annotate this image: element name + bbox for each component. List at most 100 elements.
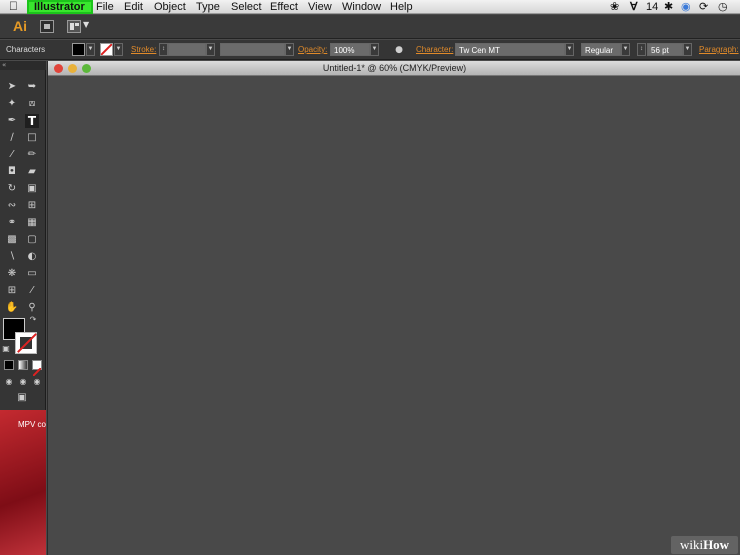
scale-icon[interactable]: ▣ [25, 182, 39, 196]
slice-icon[interactable]: ⁄ [25, 284, 39, 298]
shape-builder-icon[interactable]: ⚭ [5, 216, 19, 230]
stroke-dropdown-icon[interactable]: ▼ [114, 43, 123, 56]
font-size-stepper[interactable]: ↕ [637, 43, 646, 56]
eraser-icon[interactable]: ▰ [25, 165, 39, 179]
brush-definition-field[interactable] [220, 43, 285, 56]
stroke-color-box[interactable] [15, 332, 37, 354]
go-to-bridge-icon[interactable] [40, 20, 54, 33]
globe-icon[interactable]: ◉ [681, 0, 691, 14]
adobe-status-count[interactable]: 14 [646, 0, 658, 14]
free-transform-icon[interactable]: ⊞ [25, 199, 39, 213]
opacity-label[interactable]: Opacity: [298, 45, 327, 54]
bluetooth-icon[interactable]: ✱ [664, 0, 673, 14]
line-icon[interactable]: ∕ [5, 131, 19, 145]
draw-normal-icon[interactable]: ◉ [3, 376, 15, 388]
illustrator-logo: Ai [13, 18, 27, 34]
menu-edit[interactable]: Edit [124, 0, 143, 14]
default-colors-icon[interactable]: ▣ [1, 344, 11, 354]
arrange-documents-icon[interactable] [67, 20, 81, 33]
paintbrush-icon[interactable]: ⁄ [5, 148, 19, 162]
selection-icon[interactable]: ➤ [5, 80, 19, 94]
pen-icon[interactable]: ✒ [5, 114, 19, 128]
rotate-icon[interactable]: ↻ [5, 182, 19, 196]
watermark-part1: wiki [679, 537, 704, 552]
gradient-icon[interactable]: ▢ [25, 233, 39, 247]
canvas-area[interactable] [48, 77, 740, 555]
color-mode-icon[interactable] [4, 360, 14, 370]
time-machine-icon[interactable]: ◷ [718, 0, 728, 14]
fill-dropdown-icon[interactable]: ▼ [86, 43, 95, 56]
stroke-weight-stepper[interactable]: ↕ [159, 43, 168, 56]
butterfly-icon[interactable]: ❀ [610, 0, 619, 14]
magic-wand-icon[interactable]: ✦ [5, 97, 19, 111]
gradient-mode-icon[interactable] [18, 360, 28, 370]
adobe-icon[interactable]: ∀ [630, 0, 638, 14]
chevron-down-icon[interactable]: ▼ [83, 20, 89, 29]
sync-icon[interactable]: ⟳ [699, 0, 708, 14]
blend-icon[interactable]: ◐ [25, 250, 39, 264]
none-slash-icon [32, 367, 42, 377]
screen-mode-icon[interactable]: ▣ [14, 392, 30, 404]
stroke-weight-field[interactable] [168, 43, 206, 56]
menu-bar:  Illustrator File Edit Object Type Sele… [0, 0, 740, 14]
direct-selection-icon[interactable]: ➥ [25, 80, 39, 94]
character-label[interactable]: Character: [416, 45, 453, 54]
menu-help[interactable]: Help [390, 0, 413, 14]
no-stroke-icon [100, 43, 113, 56]
perspective-grid-icon[interactable]: ▦ [25, 216, 39, 230]
none-mode-icon[interactable] [32, 360, 42, 377]
document-window: Untitled-1* @ 60% (CMYK/Preview) [47, 61, 740, 555]
wikihow-watermark: wikiHow [671, 536, 738, 554]
menu-effect[interactable]: Effect [270, 0, 298, 14]
warp-icon[interactable]: ∾ [5, 199, 19, 213]
rectangle-icon[interactable]: □ [25, 131, 39, 145]
pencil-icon[interactable]: ✏ [25, 148, 39, 162]
desktop-file-label[interactable]: MPV co [18, 420, 46, 429]
control-panel: Characters ▼ ▼ Stroke: ↕ ▼ ▼ Opacity: 10… [0, 40, 740, 60]
app-menu-illustrator[interactable]: Illustrator [27, 0, 93, 14]
watermark-part2: How [703, 537, 730, 552]
eyedropper-icon[interactable]: ∖ [5, 250, 19, 264]
apple-menu-icon[interactable]:  [9, 0, 18, 13]
symbol-sprayer-icon[interactable]: ❋ [5, 267, 19, 281]
menu-file[interactable]: File [96, 0, 114, 14]
font-family-field[interactable]: Tw Cen MT [455, 43, 565, 56]
artboard-icon[interactable]: ⊞ [5, 284, 19, 298]
tools-panel: « ➤ ➥ ✦ ⟎ ✒ T ∕ □ ⁄ ✏ ◘ ▰ ↻ ▣ ∾ ⊞ ⚭ ▦ ▩ … [0, 61, 46, 410]
graph-icon[interactable]: ▭ [25, 267, 39, 281]
lasso-icon[interactable]: ⟎ [25, 97, 39, 111]
stroke-label[interactable]: Stroke: [131, 45, 156, 54]
font-size-dropdown-icon[interactable]: ▼ [683, 43, 692, 56]
application-bar: Ai ▼ [0, 15, 740, 39]
type-icon[interactable]: T [25, 114, 39, 128]
stroke-weight-dropdown-icon[interactable]: ▼ [206, 43, 215, 56]
menu-object[interactable]: Object [154, 0, 186, 14]
menu-type[interactable]: Type [196, 0, 220, 14]
stroke-swatch[interactable] [100, 43, 113, 56]
document-title: Untitled-1* @ 60% (CMYK/Preview) [322, 63, 467, 73]
menu-view[interactable]: View [308, 0, 332, 14]
mesh-icon[interactable]: ▩ [5, 233, 19, 247]
hand-icon[interactable]: ✋ [5, 301, 19, 315]
zoom-icon[interactable]: ⚲ [25, 301, 39, 315]
draw-behind-icon[interactable]: ◉ [17, 376, 29, 388]
blob-brush-icon[interactable]: ◘ [5, 165, 19, 179]
opacity-field[interactable]: 100% [330, 43, 370, 56]
document-titlebar[interactable]: Untitled-1* @ 60% (CMYK/Preview) [48, 61, 740, 76]
brush-dropdown-icon[interactable]: ▼ [285, 43, 294, 56]
panel-collapse-icon[interactable]: « [0, 61, 46, 70]
panel-label: Characters [6, 45, 46, 54]
fill-swatch[interactable] [72, 43, 85, 56]
font-size-field[interactable]: 56 pt [647, 43, 683, 56]
swap-colors-icon[interactable]: ↷ [28, 315, 38, 325]
opacity-dropdown-icon[interactable]: ▼ [370, 43, 379, 56]
font-family-dropdown-icon[interactable]: ▼ [565, 43, 574, 56]
font-style-dropdown-icon[interactable]: ▼ [621, 43, 630, 56]
desktop-background: MPV co [0, 410, 46, 555]
recolor-artwork-icon[interactable]: ● [392, 43, 406, 57]
font-style-field[interactable]: Regular [581, 43, 621, 56]
paragraph-label[interactable]: Paragraph: [699, 45, 739, 54]
menu-window[interactable]: Window [342, 0, 381, 14]
draw-inside-icon[interactable]: ◉ [31, 376, 43, 388]
menu-select[interactable]: Select [231, 0, 262, 14]
